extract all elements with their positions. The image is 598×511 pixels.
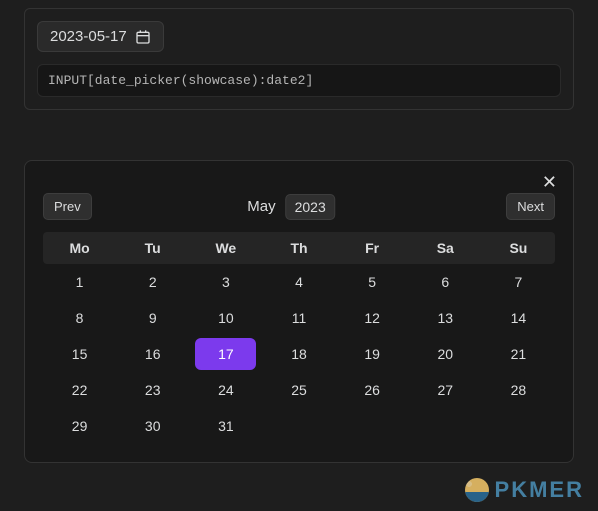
prev-month-button[interactable]: Prev	[43, 193, 92, 220]
watermark-logo-icon	[465, 478, 489, 502]
day-cell[interactable]: 11	[262, 300, 335, 336]
day-cell[interactable]: 23	[116, 372, 189, 408]
day-cell[interactable]: 1	[43, 264, 116, 300]
day-cell[interactable]: 5	[336, 264, 409, 300]
day-cell[interactable]: 24	[189, 372, 262, 408]
calendar-header: Prev May 2023 Next	[43, 193, 555, 220]
day-cell[interactable]: 13	[409, 300, 482, 336]
weekday-cell: Fr	[336, 232, 409, 264]
day-cell[interactable]: 15	[43, 336, 116, 372]
day-cell[interactable]: 25	[262, 372, 335, 408]
watermark-text: PKMER	[495, 477, 584, 503]
weekday-cell: Th	[262, 232, 335, 264]
input-code-display: INPUT[date_picker(showcase):date2]	[37, 64, 561, 97]
day-cell[interactable]: 26	[336, 372, 409, 408]
day-cell[interactable]: 12	[336, 300, 409, 336]
calendar-popover: ✕ Prev May 2023 Next MoTuWeThFrSaSu 1234…	[24, 160, 574, 463]
days-grid: 1234567891011121314151617181920212223242…	[43, 264, 555, 444]
day-cell[interactable]: 6	[409, 264, 482, 300]
day-cell[interactable]: 18	[262, 336, 335, 372]
day-cell[interactable]: 21	[482, 336, 555, 372]
date-picker-trigger[interactable]: 2023-05-17	[37, 21, 164, 52]
day-cell[interactable]: 14	[482, 300, 555, 336]
day-cell[interactable]: 3	[189, 264, 262, 300]
day-cell[interactable]: 4	[262, 264, 335, 300]
weekday-cell: Su	[482, 232, 555, 264]
weekday-cell: Tu	[116, 232, 189, 264]
day-cell[interactable]: 27	[409, 372, 482, 408]
day-cell[interactable]: 29	[43, 408, 116, 444]
day-cell[interactable]: 10	[189, 300, 262, 336]
weekday-header-row: MoTuWeThFrSaSu	[43, 232, 555, 264]
date-picker-field-container: 2023-05-17 INPUT[date_picker(showcase):d…	[24, 8, 574, 110]
day-cell[interactable]: 8	[43, 300, 116, 336]
next-month-button[interactable]: Next	[506, 193, 555, 220]
day-cell[interactable]: 9	[116, 300, 189, 336]
day-cell[interactable]: 16	[116, 336, 189, 372]
day-cell[interactable]: 17	[195, 338, 256, 370]
day-cell[interactable]: 19	[336, 336, 409, 372]
day-cell[interactable]: 7	[482, 264, 555, 300]
day-cell[interactable]: 28	[482, 372, 555, 408]
day-cell[interactable]: 22	[43, 372, 116, 408]
month-label: May	[247, 198, 275, 215]
close-icon[interactable]: ✕	[538, 171, 561, 193]
weekday-cell: Mo	[43, 232, 116, 264]
year-selector[interactable]: 2023	[286, 194, 335, 220]
watermark: PKMER	[465, 477, 584, 503]
date-value: 2023-05-17	[50, 28, 127, 45]
weekday-cell: We	[189, 232, 262, 264]
weekday-cell: Sa	[409, 232, 482, 264]
day-cell[interactable]: 2	[116, 264, 189, 300]
calendar-icon	[135, 29, 151, 45]
day-cell[interactable]: 20	[409, 336, 482, 372]
day-cell[interactable]: 31	[189, 408, 262, 444]
month-year-display: May 2023	[247, 194, 335, 220]
day-cell[interactable]: 30	[116, 408, 189, 444]
